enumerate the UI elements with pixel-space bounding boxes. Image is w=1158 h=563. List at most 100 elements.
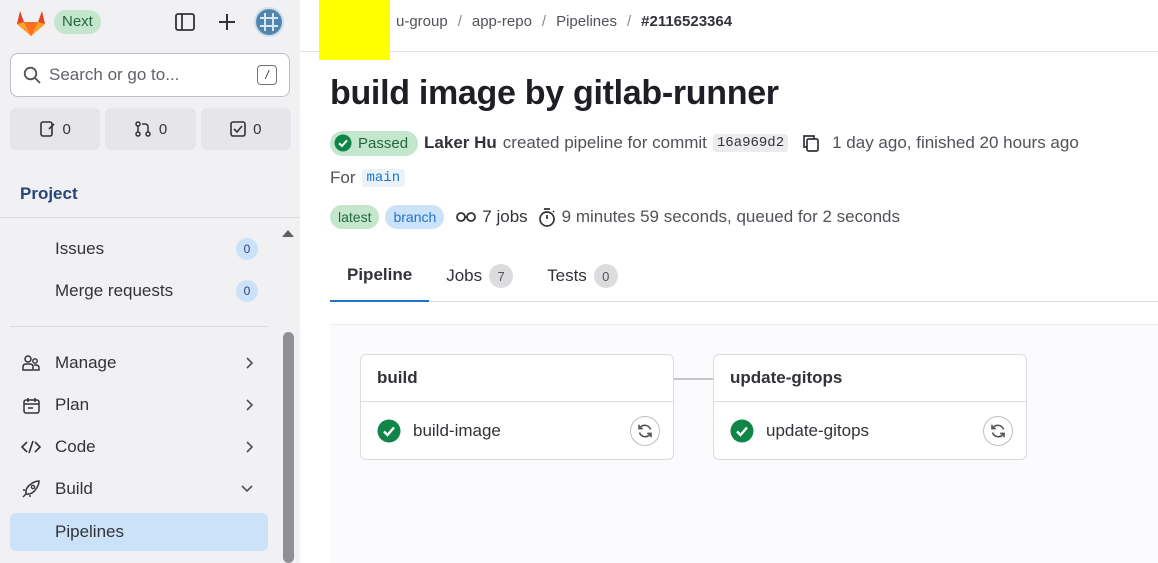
success-check-icon: [334, 134, 352, 152]
tab-pipeline[interactable]: Pipeline: [330, 250, 430, 302]
stage-title: build: [361, 355, 673, 402]
stage-update-gitops: update-gitops update-gitops: [713, 354, 1027, 460]
for-label: For: [330, 168, 356, 187]
scrollbar-thumb[interactable]: [283, 332, 294, 563]
issues-icon: [39, 121, 56, 137]
sidebar-item-label: Merge requests: [55, 281, 174, 300]
tab-label: Tests: [547, 266, 587, 285]
sidebar-item-label: Issues: [55, 239, 105, 258]
job-update-gitops[interactable]: update-gitops: [714, 402, 1026, 460]
chevron-right-icon: [244, 440, 254, 454]
todos-counter-button[interactable]: 0: [200, 108, 291, 150]
gitlab-logo-icon[interactable]: [14, 6, 48, 38]
sidebar-item-build[interactable]: Build: [10, 470, 268, 508]
job-name: update-gitops: [766, 421, 870, 440]
todos-count: 0: [253, 120, 262, 138]
project-section-title[interactable]: Project: [20, 184, 78, 204]
stage-title: update-gitops: [714, 355, 1026, 402]
rocket-icon: [19, 480, 43, 498]
pipeline-jobs-icon: [456, 210, 477, 224]
stage-connector-line: [674, 378, 714, 380]
chevron-right-icon: [244, 356, 254, 370]
pipeline-tabs: Pipeline Jobs 7 Tests 0: [330, 250, 1158, 302]
status-text: Passed: [358, 134, 409, 152]
retry-icon[interactable]: [983, 416, 1013, 446]
breadcrumb: u-group / app-repo / Pipelines / #211652…: [396, 13, 732, 30]
job-name: build-image: [413, 421, 501, 440]
breadcrumb-current[interactable]: #2116523364: [641, 13, 732, 30]
issues-count: 0: [62, 120, 71, 138]
retry-icon[interactable]: [630, 416, 660, 446]
divider: [0, 217, 300, 218]
status-badge[interactable]: Passed: [330, 130, 419, 156]
latest-badge[interactable]: latest: [330, 205, 380, 229]
divider: [300, 51, 1158, 52]
pipeline-badges: latest branch 7 jobs 9 minutes 59 second…: [330, 204, 900, 230]
tab-tests[interactable]: Tests 0: [530, 250, 635, 302]
sidebar-scrollbar[interactable]: [281, 220, 295, 563]
counters: 0 0 0: [10, 108, 291, 150]
author-link[interactable]: Laker Hu: [424, 133, 497, 153]
branch-link[interactable]: main: [361, 169, 406, 187]
page-title: build image by gitlab-runner: [330, 74, 779, 112]
users-icon: [19, 355, 43, 371]
sidebar: Next Search or go to... / 0 0 0 Project …: [0, 0, 300, 563]
sidebar-item-code[interactable]: Code: [10, 428, 268, 466]
issues-count-badge: 0: [236, 238, 258, 260]
ref-row: For main: [330, 168, 406, 188]
issues-counter-button[interactable]: 0: [10, 108, 101, 150]
calendar-icon: [19, 397, 43, 414]
sidebar-toggle-icon[interactable]: [171, 8, 199, 36]
created-text: created pipeline for commit: [502, 133, 707, 152]
commit-sha-link[interactable]: 16a969d2: [712, 134, 789, 152]
code-icon: [19, 440, 43, 454]
breadcrumb-separator: /: [626, 13, 632, 30]
success-check-icon: [730, 419, 754, 443]
duration-text: 9 minutes 59 seconds, queued for 2 secon…: [561, 207, 900, 226]
jobs-count-text: 7 jobs: [482, 207, 528, 226]
sidebar-item-issues[interactable]: Issues 0: [10, 230, 268, 268]
merge-requests-count: 0: [158, 120, 168, 138]
sidebar-item-label: Code: [55, 437, 96, 456]
chevron-down-icon: [240, 484, 254, 494]
branch-badge[interactable]: branch: [385, 205, 445, 229]
tab-jobs[interactable]: Jobs 7: [429, 250, 530, 302]
breadcrumb-separator: /: [541, 13, 547, 30]
sidebar-item-label: Manage: [55, 353, 117, 372]
search-icon: [23, 66, 41, 84]
sidebar-item-label: Plan: [55, 395, 90, 414]
tab-label: Jobs: [446, 266, 483, 285]
breadcrumb-group-link[interactable]: u-group: [396, 13, 448, 30]
breadcrumb-repo-link[interactable]: app-repo: [472, 13, 532, 30]
success-check-icon: [377, 419, 401, 443]
breadcrumb-separator: /: [457, 13, 462, 30]
breadcrumb-pipelines-link[interactable]: Pipelines: [556, 13, 617, 30]
tab-label: Pipeline: [347, 265, 413, 284]
next-badge[interactable]: Next: [54, 10, 101, 34]
pipeline-time: 1 day ago, finished 20 hours ago: [832, 133, 1079, 152]
sidebar-item-label: Pipelines: [55, 522, 124, 541]
tab-count-badge: 7: [489, 264, 514, 288]
timer-icon: [538, 207, 556, 227]
scroll-up-arrow-icon[interactable]: [281, 228, 295, 238]
sidebar-item-label: Build: [55, 479, 93, 498]
plus-icon[interactable]: [213, 8, 241, 36]
job-build-image[interactable]: build-image: [361, 402, 673, 460]
sidebar-item-pipelines[interactable]: Pipelines: [10, 513, 268, 551]
sidebar-item-plan[interactable]: Plan: [10, 386, 268, 424]
chevron-right-icon: [244, 398, 254, 412]
avatar[interactable]: [254, 7, 284, 37]
redaction-block: [319, 0, 390, 60]
merge-requests-count-badge: 0: [236, 280, 258, 302]
stage-build: build build-image: [360, 354, 674, 460]
divider: [10, 326, 268, 327]
sidebar-item-manage[interactable]: Manage: [10, 344, 268, 382]
pipeline-meta: Passed Laker Hu created pipeline for com…: [330, 130, 1079, 156]
sidebar-item-merge-requests[interactable]: Merge requests 0: [10, 272, 268, 310]
search-input[interactable]: Search or go to... /: [10, 53, 290, 97]
search-shortcut-key: /: [257, 65, 277, 85]
search-placeholder: Search or go to...: [49, 65, 180, 84]
todo-check-icon: [230, 121, 246, 137]
merge-requests-counter-button[interactable]: 0: [105, 108, 196, 150]
copy-icon[interactable]: [800, 132, 822, 154]
